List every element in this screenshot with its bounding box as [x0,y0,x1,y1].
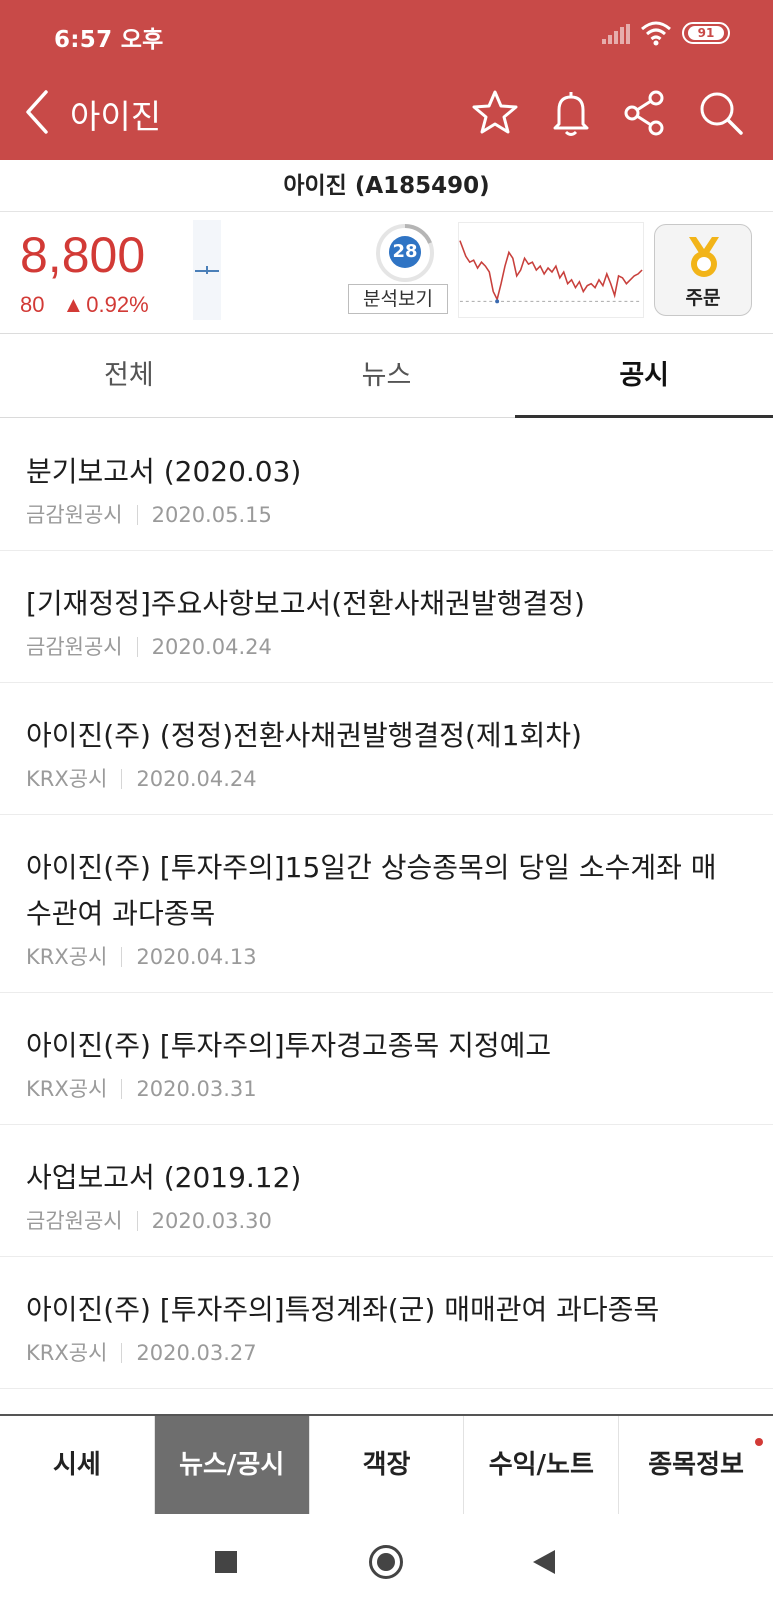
status-bar: 6:57 오후 91 [0,0,773,64]
item-source: KRX공시 [26,1341,108,1365]
item-title: 아이진(주) [투자주의]15일간 상승종목의 당일 소수계좌 매수관여 과다종… [26,851,717,930]
share-icon[interactable] [620,88,670,138]
nav-stock-info[interactable]: 종목정보 [619,1416,773,1514]
nav-news-disclosure[interactable]: 뉴스/공시 [154,1416,310,1514]
nav-stock-info-label: 종목정보 [648,1450,744,1480]
change-percent: 0.92% [86,292,149,317]
news-tabs: 전체 뉴스 공시 [0,334,773,418]
home-icon[interactable] [369,1545,403,1579]
item-source: 금감원공시 [26,503,123,527]
item-date: 2020.03.30 [151,1209,272,1233]
battery-icon: 91 [682,22,730,44]
notification-dot [754,1438,763,1446]
nav-profit-note[interactable]: 수익/노트 [464,1416,620,1514]
list-item[interactable]: 분기보고서 (2020.03) 금감원공시 2020.05.15 [0,419,773,551]
day-range-bar [193,220,221,320]
item-source: 금감원공시 [26,1209,123,1233]
system-nav [0,1514,773,1607]
item-source: KRX공시 [26,945,108,969]
stock-name: 아이진 (A185490) [0,160,773,212]
item-meta: KRX공시 2020.04.24 [26,763,747,793]
recent-apps-icon[interactable] [215,1551,237,1573]
item-title: 분기보고서 (2020.03) [26,455,302,488]
nav-lounge[interactable]: 객장 [310,1416,465,1514]
item-title: 아이진(주) (정정)전환사채권발행결정(제1회차) [26,719,582,752]
up-triangle-icon: ▲ [62,292,85,317]
analysis-button[interactable]: 분석보기 [348,284,448,314]
list-item[interactable]: 아이진(주) [투자주의]특정계좌(군) 매매관여 과다종목 KRX공시 2020… [0,1257,773,1389]
list-item[interactable]: 아이진(주) (정정)전환사채권발행결정(제1회차) KRX공시 2020.04.… [0,683,773,815]
tab-disclosure[interactable]: 공시 [515,334,773,418]
item-title: [기재정정]주요사항보고서(전환사채권발행결정) [26,587,585,620]
item-date: 2020.04.24 [151,635,272,659]
change-amount: 80 [20,292,45,317]
item-date: 2020.03.27 [136,1341,257,1365]
signal-icon [602,24,630,44]
item-date: 2020.04.13 [136,945,257,969]
status-time: 6:57 오후 [54,27,164,53]
score-value: 28 [389,236,421,268]
wifi-icon [641,21,671,46]
item-title: 사업보고서 (2019.12) [26,1161,302,1194]
disclosure-list: 분기보고서 (2020.03) 금감원공시 2020.05.15 [기재정정]주요… [0,419,773,1389]
app-header: 아이진 [0,64,773,160]
item-date: 2020.05.15 [151,503,272,527]
list-item[interactable]: [기재정정]주요사항보고서(전환사채권발행결정) 금감원공시 2020.04.24 [0,551,773,683]
item-source: 금감원공시 [26,635,123,659]
system-back-icon[interactable] [533,1550,555,1574]
tab-news[interactable]: 뉴스 [258,334,516,417]
item-date: 2020.04.24 [136,767,257,791]
item-source: KRX공시 [26,1077,108,1101]
price-panel: 8,800 80 ▲0.92% 28 분석보기 주문 [0,212,773,334]
search-icon[interactable] [696,88,746,138]
item-title: 아이진(주) [투자주의]투자경고종목 지정예고 [26,1029,552,1062]
list-item[interactable]: 사업보고서 (2019.12) 금감원공시 2020.03.30 [0,1125,773,1257]
nav-price[interactable]: 시세 [0,1416,155,1514]
price-sparkline[interactable] [458,222,644,318]
order-label: 주문 [685,287,721,309]
item-meta: 금감원공시 2020.03.30 [26,1205,747,1235]
list-item[interactable]: 아이진(주) [투자주의]15일간 상승종목의 당일 소수계좌 매수관여 과다종… [0,815,773,993]
list-item[interactable]: 아이진(주) [투자주의]투자경고종목 지정예고 KRX공시 2020.03.31 [0,993,773,1125]
tab-all[interactable]: 전체 [0,334,258,417]
back-icon[interactable] [22,88,54,136]
item-meta: 금감원공시 2020.05.15 [26,499,747,529]
star-icon[interactable] [470,88,520,138]
item-meta: KRX공시 2020.04.13 [26,941,747,971]
bell-icon[interactable] [546,88,596,138]
order-button[interactable]: 주문 [654,224,752,316]
page-title: 아이진 [70,97,162,136]
item-meta: KRX공시 2020.03.31 [26,1073,747,1103]
item-meta: KRX공시 2020.03.27 [26,1337,747,1367]
current-price: 8,800 [20,227,146,283]
price-change: 80 ▲0.92% [20,292,149,318]
battery-level: 91 [688,26,724,40]
item-source: KRX공시 [26,767,108,791]
item-meta: 금감원공시 2020.04.24 [26,631,747,661]
bottom-nav: 시세 뉴스/공시 객장 수익/노트 종목정보 [0,1414,773,1514]
medal-icon [689,237,719,277]
item-date: 2020.03.31 [136,1077,257,1101]
item-title: 아이진(주) [투자주의]특정계좌(군) 매매관여 과다종목 [26,1293,660,1326]
